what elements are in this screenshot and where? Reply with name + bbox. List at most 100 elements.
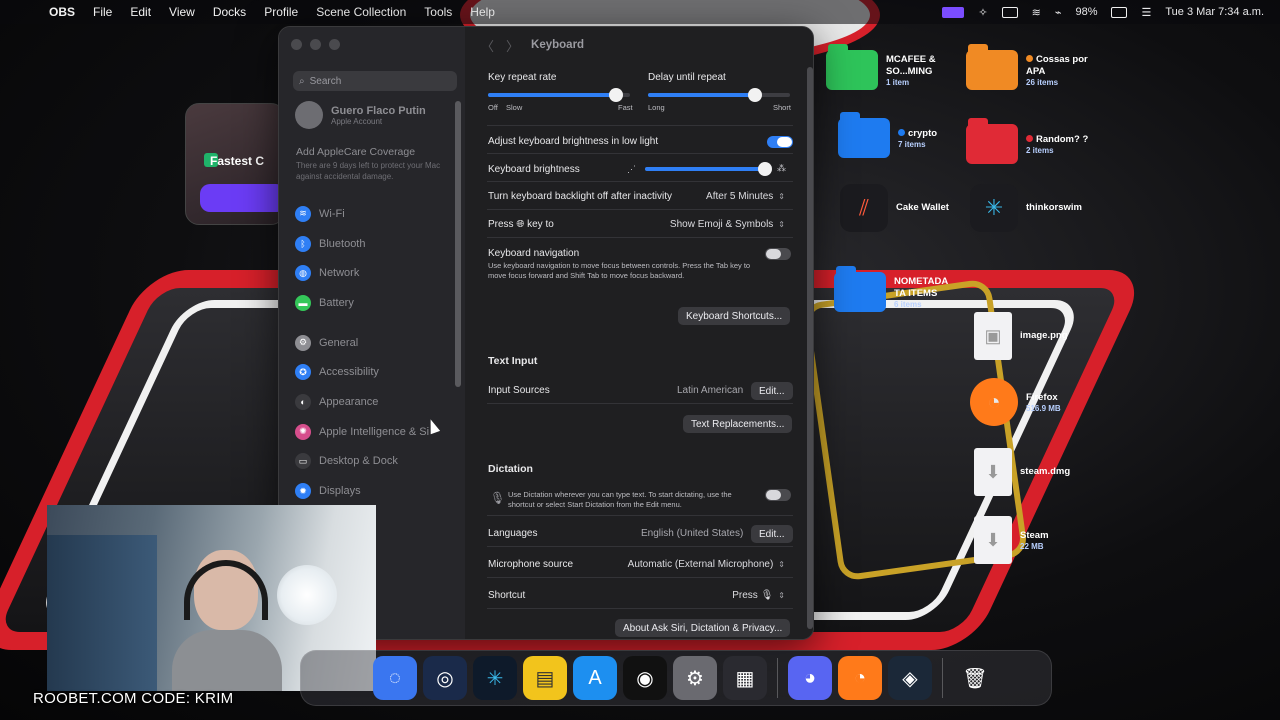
- vpn-link-status-icon[interactable]: ⌁: [1055, 6, 1062, 19]
- sidebar-item-network[interactable]: ◍ Network: [295, 258, 459, 288]
- desktop-dock-icon: ▭: [295, 453, 311, 470]
- delay-repeat-knob[interactable]: [747, 88, 762, 102]
- menu-docks[interactable]: Docks: [204, 5, 255, 19]
- desktop-disk-steam[interactable]: ⬇ Steam 22 MB: [974, 516, 1049, 564]
- sidebar-scrollbar[interactable]: [455, 101, 461, 387]
- sidebar-item-label: Apple Intelligence & Si: [319, 425, 430, 438]
- text-replacements-button[interactable]: Text Replacements...: [683, 415, 793, 433]
- menu-view[interactable]: View: [160, 5, 204, 19]
- desktop-folder-cossas[interactable]: Cossas por APA 26 items: [966, 44, 1096, 90]
- battery-status-icon[interactable]: [1111, 6, 1128, 18]
- desktop-folder-random[interactable]: Random? ? 2 items: [966, 118, 1094, 164]
- sidebar-item-displays[interactable]: ✹ Displays: [295, 476, 459, 506]
- app-store-icon[interactable]: A: [573, 656, 617, 700]
- desktop-folder-mcafee[interactable]: MCAFEE & SO...MING 1 item: [826, 44, 946, 90]
- sidebar-item-label: Accessibility: [319, 366, 379, 379]
- sidebar-item-desktop-dock[interactable]: ▭ Desktop & Dock: [295, 447, 459, 477]
- signal-icon[interactable]: ◌: [373, 656, 417, 700]
- screen-recorder-icon[interactable]: ◎: [423, 656, 467, 700]
- menu-file[interactable]: File: [84, 5, 121, 19]
- stepper-icon: ⇕: [778, 591, 785, 600]
- key-repeat-knob[interactable]: [608, 88, 623, 102]
- vpn-status-icon[interactable]: ✧: [978, 6, 987, 19]
- firefox-icon[interactable]: ◔: [838, 656, 882, 700]
- launchpad-icon[interactable]: ▦: [723, 656, 767, 700]
- desktop-disk-firefox[interactable]: ◔ Firefox 516.9 MB: [970, 378, 1061, 426]
- search-field[interactable]: ⌕ Search: [293, 71, 457, 91]
- thinkorswim-icon[interactable]: ✳: [473, 656, 517, 700]
- window-controls: [291, 39, 340, 50]
- tag-dot-icon: [1026, 54, 1033, 62]
- keyboard-status-icon[interactable]: [1001, 6, 1018, 18]
- vpn-widget[interactable]: Fastest C: [185, 103, 286, 225]
- apple-account-row[interactable]: Guero Flaco Putin Apple Account: [295, 101, 426, 129]
- control-center-icon[interactable]: ☰: [1141, 6, 1151, 19]
- desktop-folder-crypto[interactable]: crypto 7 items: [838, 112, 937, 158]
- menu-tools[interactable]: Tools: [415, 5, 461, 19]
- vpn-connect-button[interactable]: [200, 184, 286, 212]
- desktop-item-sub: 7 items: [898, 139, 926, 149]
- menu-app-obs[interactable]: OBS: [40, 5, 84, 19]
- microphone-source-select[interactable]: Automatic (External Microphone) ⇕: [628, 559, 785, 570]
- sidebar-item-general[interactable]: ⚙ General: [295, 328, 459, 358]
- desktop-app-thinkorswim[interactable]: ✳ thinkorswim: [970, 184, 1082, 232]
- desktop-item-label: Cossas por APA: [1026, 53, 1088, 77]
- sidebar-item-bluetooth[interactable]: ᛒ Bluetooth: [295, 229, 459, 259]
- shortcut-select[interactable]: Press 🎙︎ ⇕: [732, 590, 785, 601]
- about-siri-privacy-button[interactable]: About Ask Siri, Dictation & Privacy...: [615, 619, 791, 637]
- keyboard-shortcuts-button[interactable]: Keyboard Shortcuts...: [678, 307, 791, 325]
- menu-edit[interactable]: Edit: [121, 5, 160, 19]
- trash-icon[interactable]: 🗑︎: [953, 656, 997, 700]
- obs-icon[interactable]: ◉: [623, 656, 667, 700]
- displays-icon: ✹: [295, 483, 311, 500]
- back-chevron-icon[interactable]: 〈: [481, 36, 494, 55]
- main-scrollbar[interactable]: [807, 67, 813, 629]
- keyboard-brightness-fill: [645, 167, 765, 171]
- dictation-toggle[interactable]: [765, 489, 791, 501]
- close-button[interactable]: [291, 39, 302, 50]
- input-sources-edit-button[interactable]: Edit...: [751, 382, 793, 400]
- keyboard-brightness-knob[interactable]: [757, 162, 772, 176]
- sidebar-item-accessibility[interactable]: ✪ Accessibility: [295, 357, 459, 387]
- forward-chevron-icon[interactable]: 〉: [506, 36, 519, 55]
- wifi-icon: ≋: [295, 205, 311, 222]
- desktop-app-cake-wallet[interactable]: ⫽ Cake Wallet: [840, 184, 949, 232]
- notes-icon[interactable]: ▤: [523, 656, 567, 700]
- clock[interactable]: Tue 3 Mar 7:34 a.m.: [1165, 6, 1264, 18]
- sidebar-item-wifi[interactable]: ≋ Wi-Fi: [295, 199, 459, 229]
- zoom-button[interactable]: [329, 39, 340, 50]
- input-sources-label: Input Sources: [488, 385, 550, 396]
- desktop-item-label: Cake Wallet: [896, 202, 949, 213]
- menu-profile[interactable]: Profile: [255, 5, 307, 19]
- desktop-folder-nometadata[interactable]: NOMETADA TA ITEMS 6 items: [834, 266, 956, 312]
- desktop-file-steam-dmg[interactable]: ⬇ steam.dmg: [974, 448, 1070, 496]
- delay-mark-long: Long: [648, 103, 665, 112]
- keyboard-nav-desc: Use keyboard navigation to move focus be…: [488, 261, 751, 280]
- backlight-off-select[interactable]: After 5 Minutes ⇕: [706, 191, 785, 202]
- screen-record-status-icon[interactable]: [942, 6, 965, 18]
- steam-icon[interactable]: ◈: [888, 656, 932, 700]
- system-settings-icon[interactable]: ⚙: [673, 656, 717, 700]
- minimize-button[interactable]: [310, 39, 321, 50]
- cake-wallet-icon: ⫽: [840, 184, 888, 232]
- tag-dot-icon: [1026, 134, 1033, 142]
- apple-intelligence-icon: ✺: [295, 423, 311, 440]
- accessibility-icon: ✪: [295, 364, 311, 381]
- desktop-file-image[interactable]: ▣ image.png: [974, 312, 1068, 360]
- menu-scene-collection[interactable]: Scene Collection: [307, 5, 415, 19]
- keyboard-brightness-slider[interactable]: [645, 162, 772, 176]
- sidebar-item-battery[interactable]: ▬ Battery: [295, 288, 459, 318]
- wifi-status-icon[interactable]: ≋: [1032, 6, 1041, 19]
- key-repeat-slider[interactable]: [488, 88, 630, 102]
- applecare-banner[interactable]: Add AppleCare Coverage There are 9 days …: [296, 146, 456, 182]
- appearance-icon: ◐: [295, 393, 311, 410]
- languages-edit-button[interactable]: Edit...: [751, 525, 793, 543]
- discord-icon[interactable]: ◕: [788, 656, 832, 700]
- adjust-brightness-toggle[interactable]: [767, 136, 793, 148]
- brightness-low-icon: ⋰: [627, 164, 636, 174]
- press-key-select[interactable]: Show Emoji & Symbols ⇕: [670, 219, 785, 230]
- menu-help[interactable]: Help: [461, 5, 504, 19]
- delay-repeat-slider[interactable]: [648, 88, 790, 102]
- sidebar-item-appearance[interactable]: ◐ Appearance: [295, 387, 459, 417]
- keyboard-nav-toggle[interactable]: [765, 248, 791, 260]
